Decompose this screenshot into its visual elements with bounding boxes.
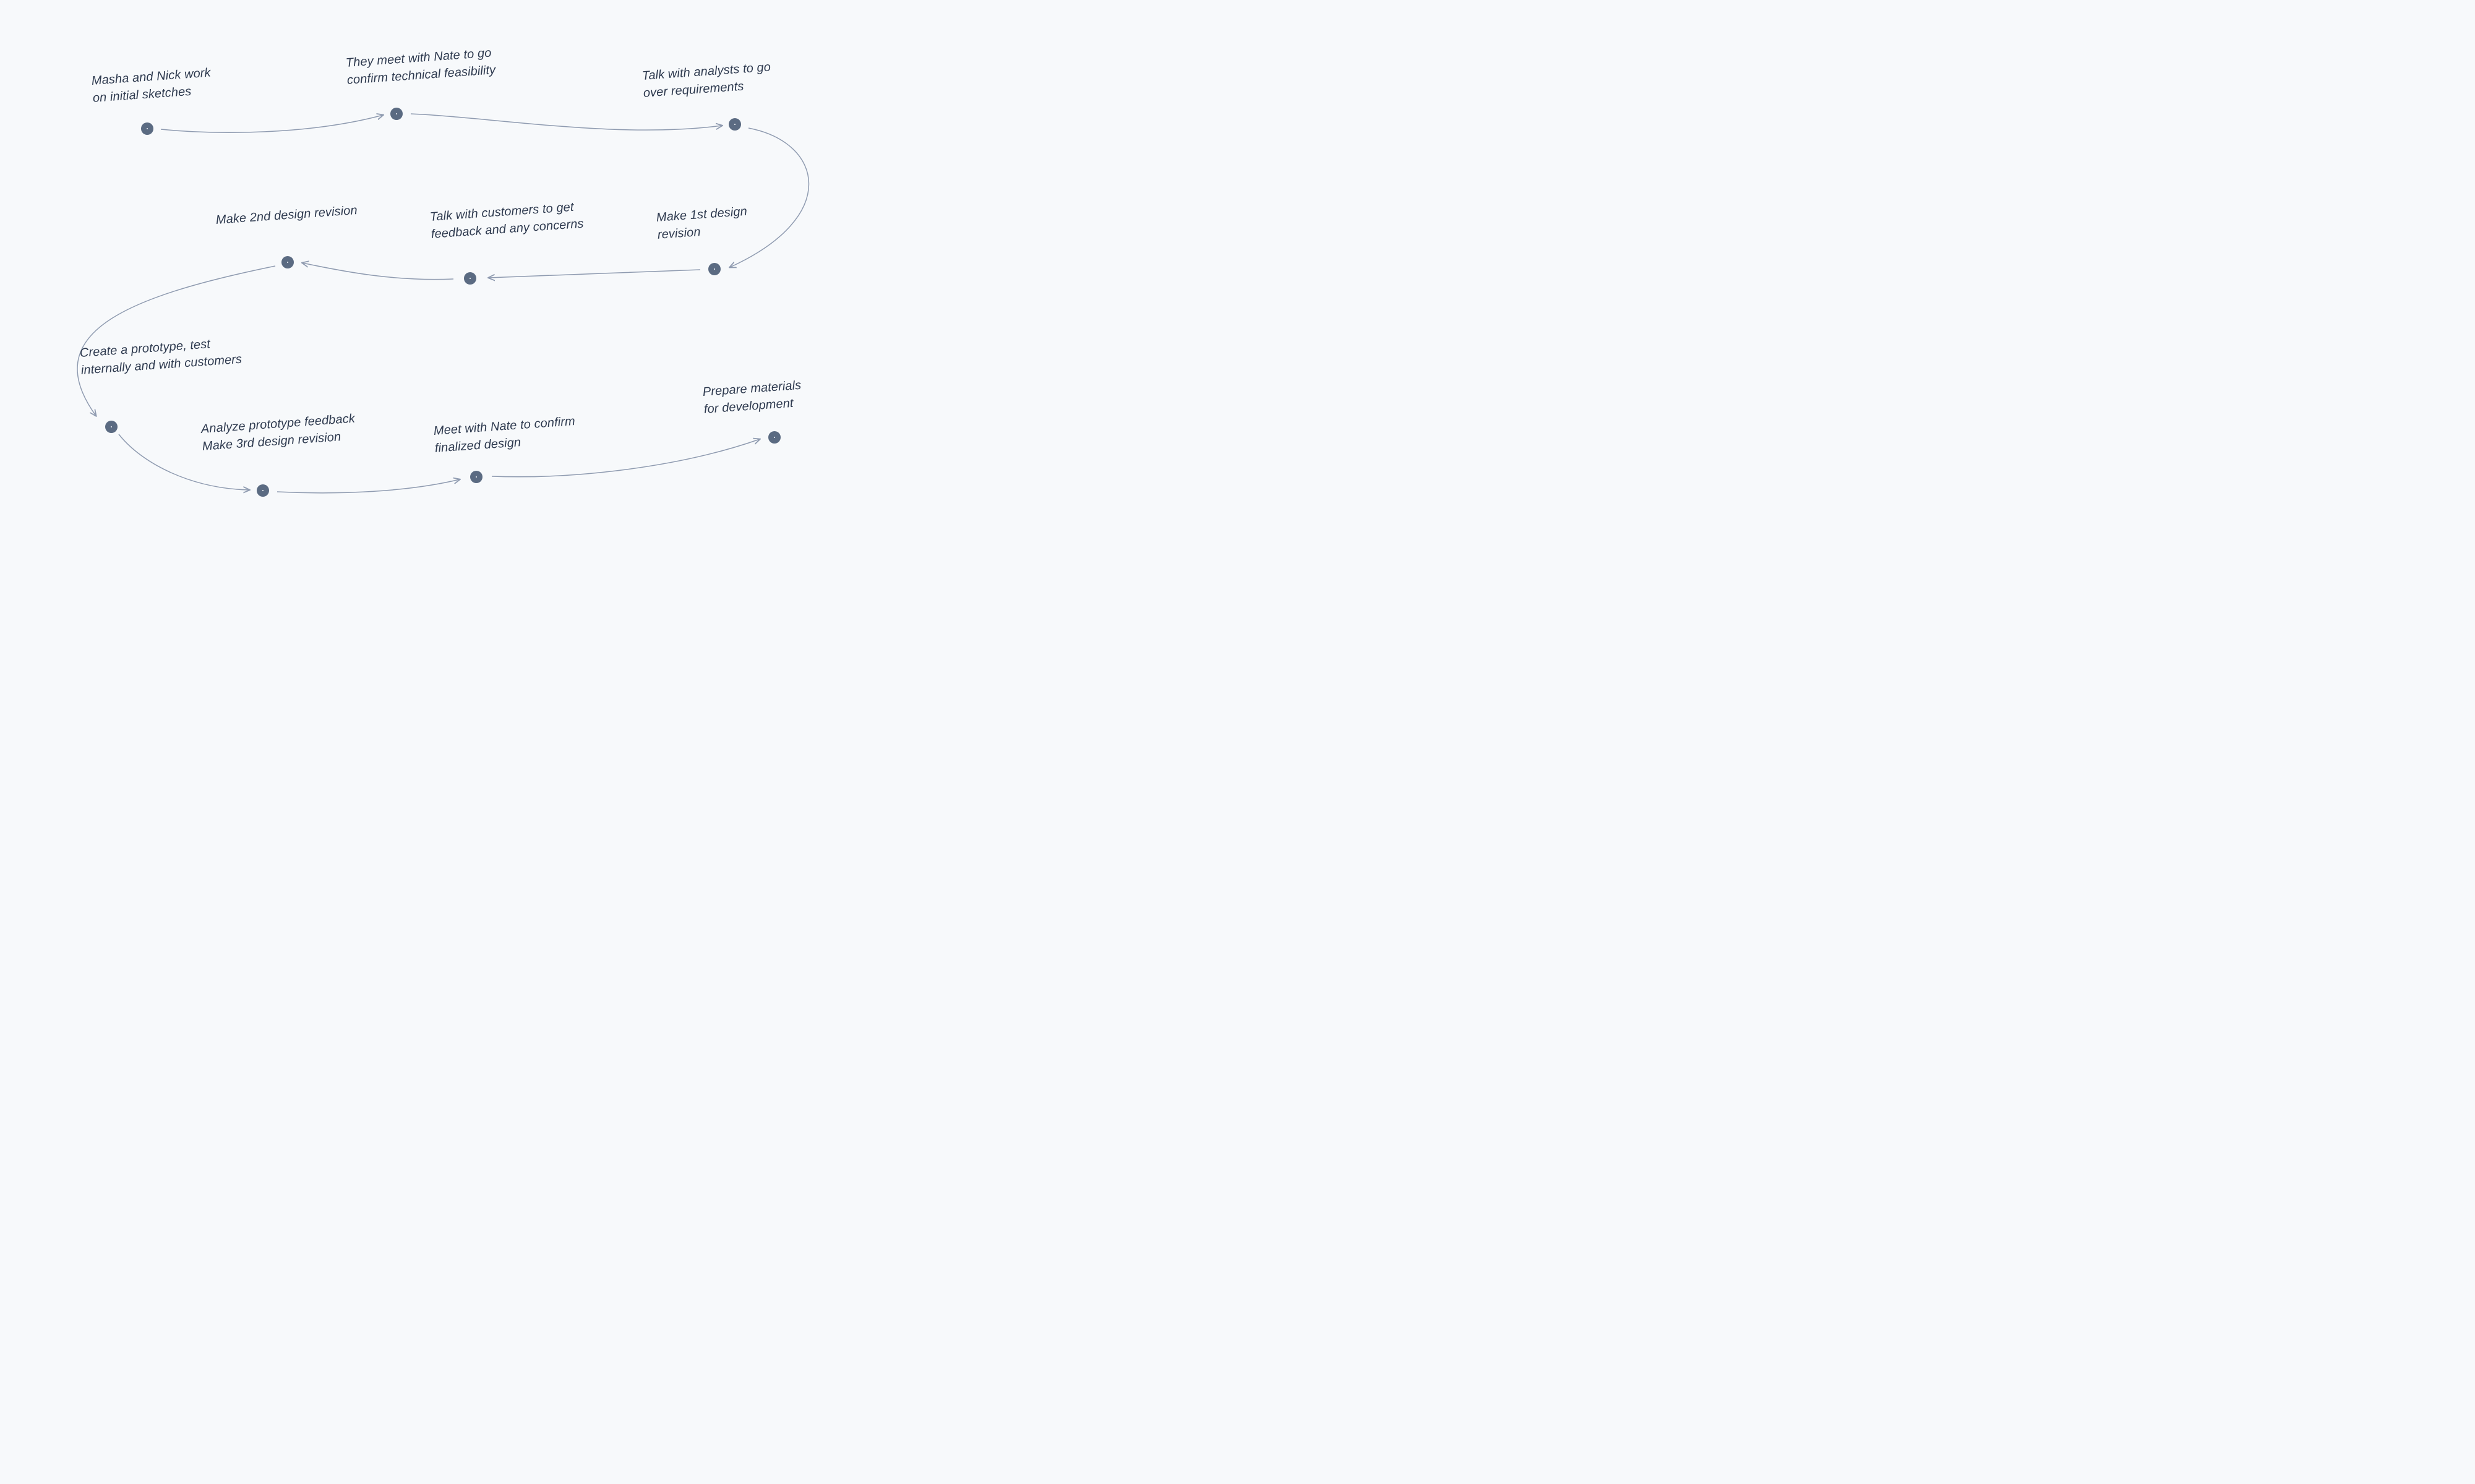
step-label-6: Make 2nd design revision [215, 202, 358, 229]
step-node-3 [729, 118, 741, 131]
step-label-7: Create a prototype, test internally and … [79, 333, 242, 379]
step-node-6 [281, 256, 294, 268]
step-node-5 [464, 272, 476, 285]
step-node-1 [141, 122, 153, 135]
step-label-5: Talk with customers to get feedback and … [429, 198, 584, 243]
step-label-10: Prepare materials for development [702, 377, 803, 418]
step-node-4 [708, 263, 721, 275]
step-label-4: Make 1st design revision [656, 203, 749, 244]
step-label-2: They meet with Nate to go confirm techni… [345, 44, 496, 89]
step-node-8 [257, 484, 269, 497]
flow-diagram-canvas: Masha and Nick work on initial sketches … [0, 0, 928, 557]
step-label-9: Meet with Nate to confirm finalized desi… [433, 413, 577, 457]
step-label-1: Masha and Nick work on initial sketches [91, 64, 213, 107]
step-label-3: Talk with analysts to go over requiremen… [641, 58, 773, 101]
step-node-2 [390, 108, 403, 120]
step-node-9 [470, 471, 483, 483]
step-node-7 [105, 421, 118, 433]
step-label-8: Analyze prototype feedback Make 3rd desi… [200, 410, 357, 455]
step-node-10 [768, 431, 781, 444]
